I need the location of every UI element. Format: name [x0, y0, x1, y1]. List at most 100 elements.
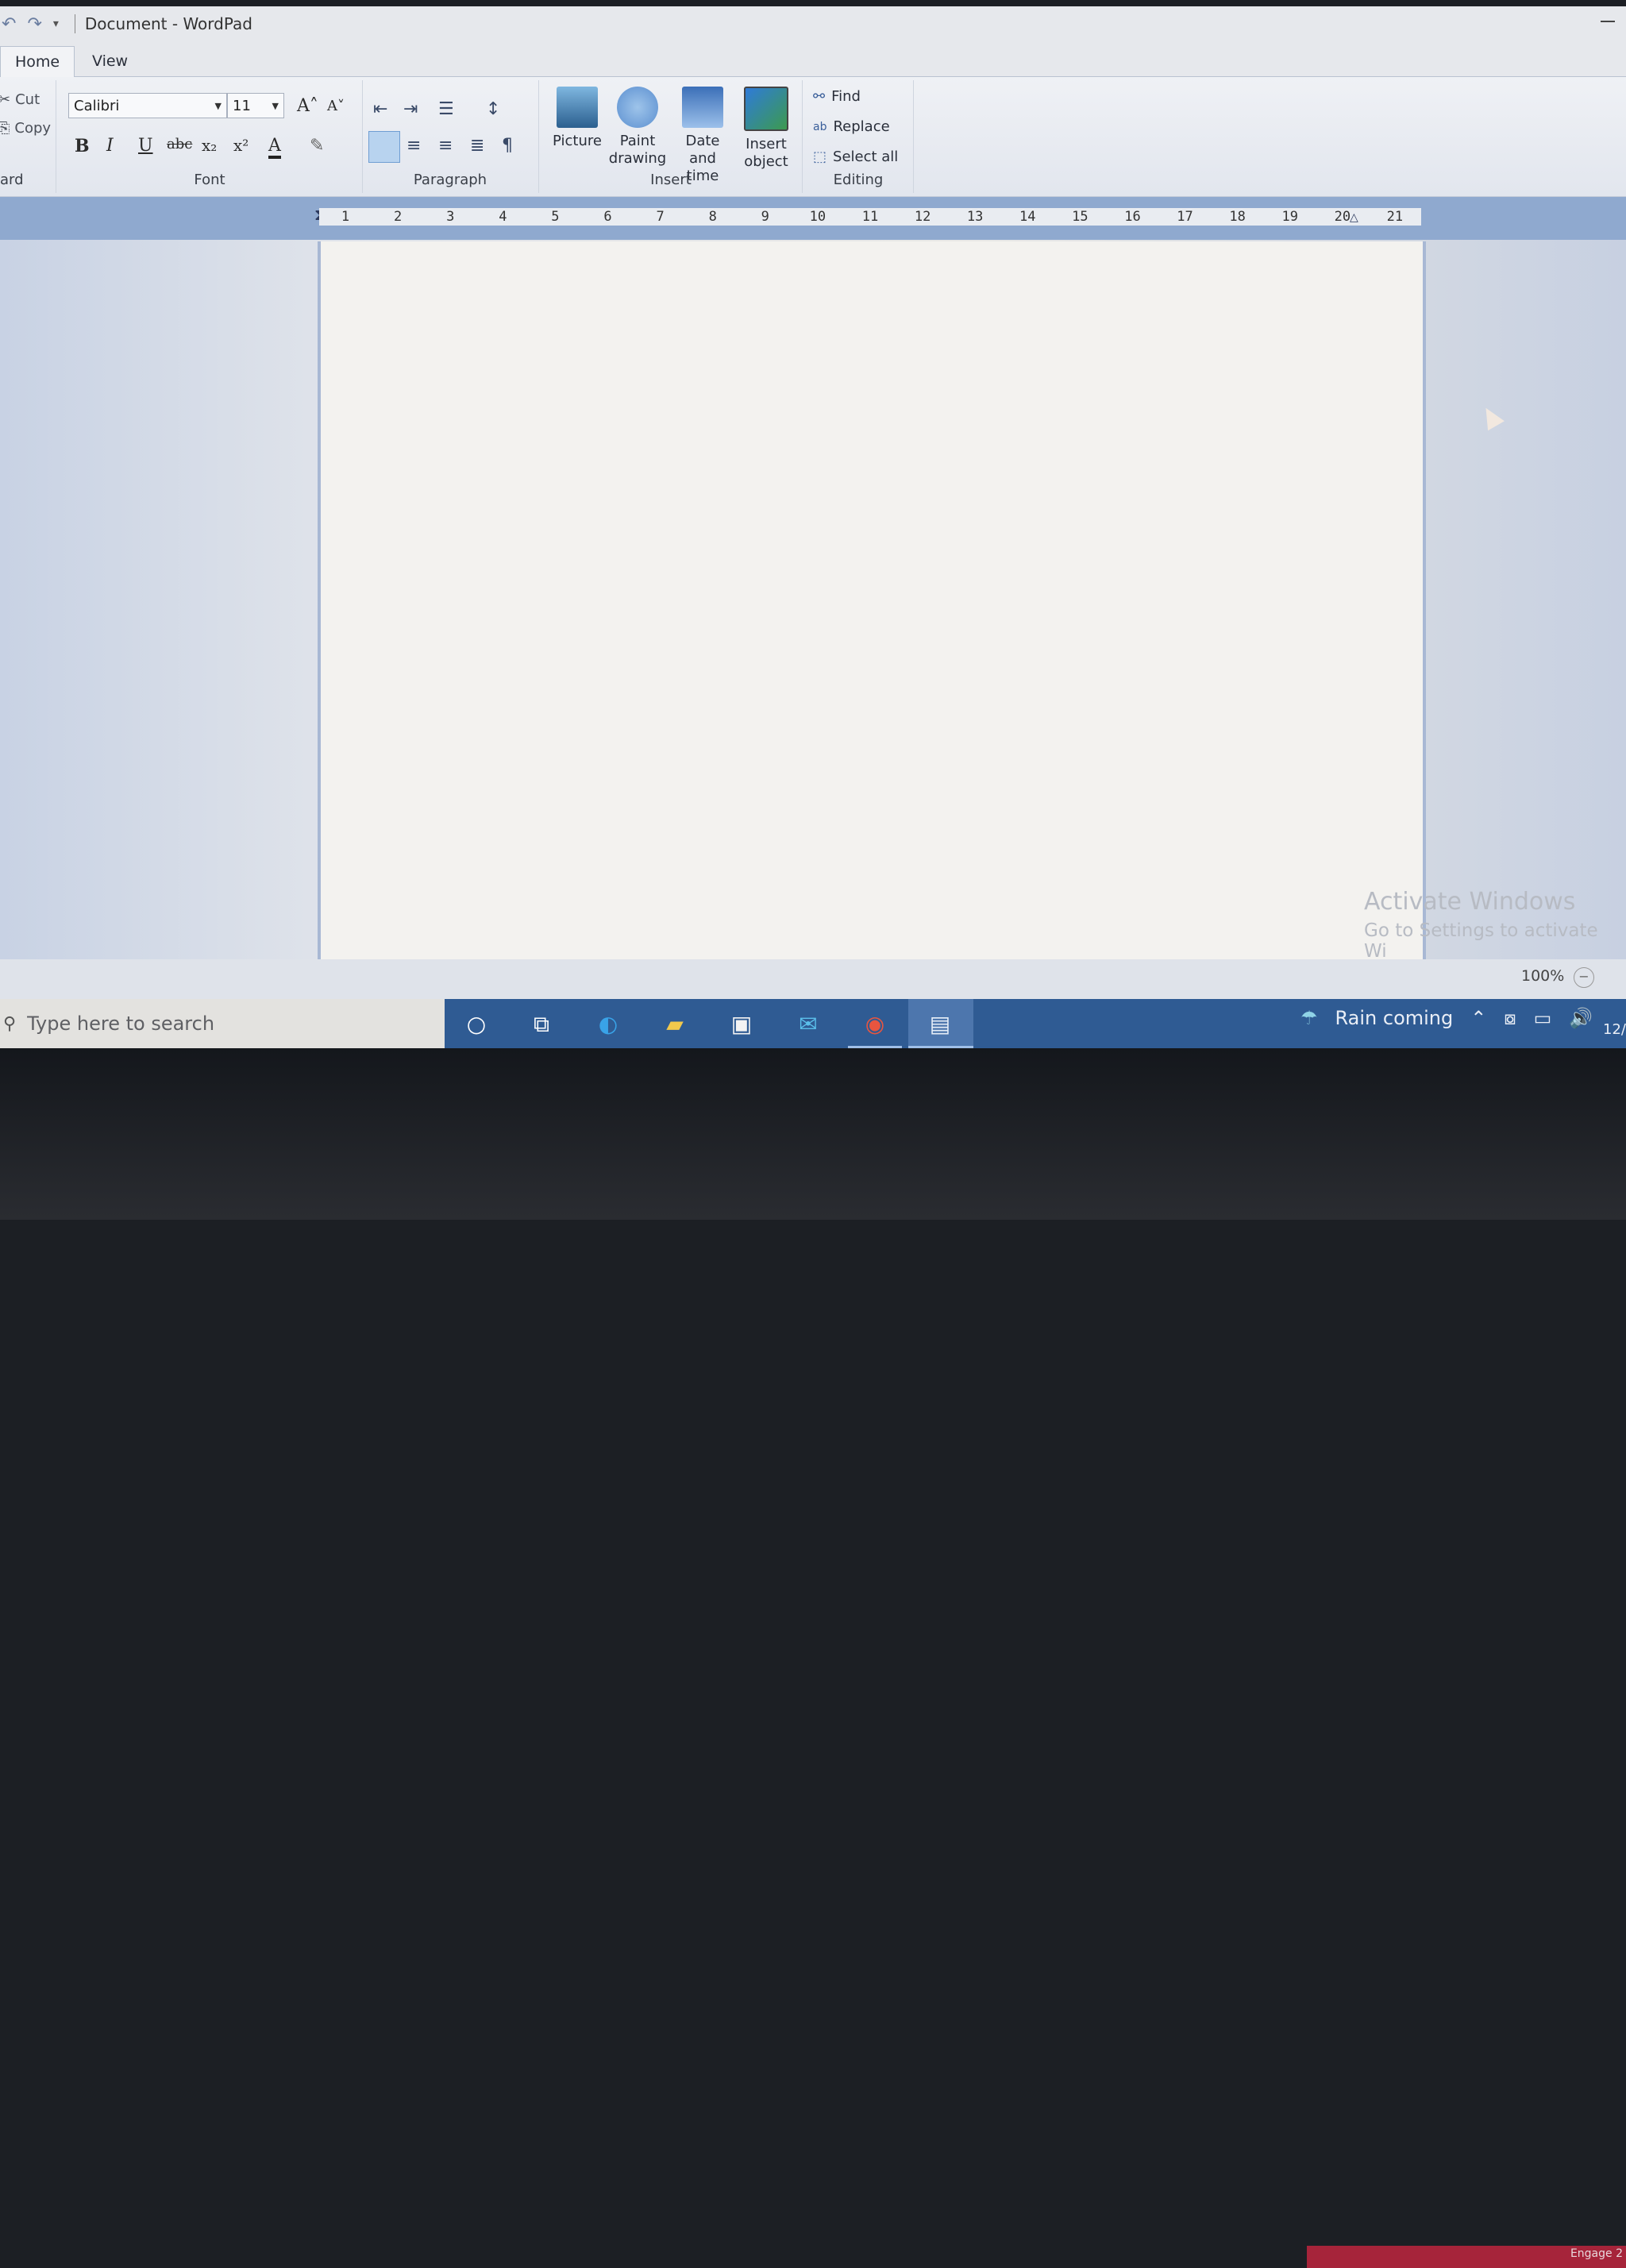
font-group-label: Font — [194, 172, 225, 188]
ruler-tick: 3 — [446, 209, 455, 225]
store-icon[interactable]: ▣ — [726, 1009, 757, 1040]
font-color-button[interactable]: A — [268, 136, 281, 159]
chevron-up-icon[interactable]: ⌃ — [1470, 1007, 1486, 1029]
zoom-level: 100% — [1521, 967, 1565, 985]
subscript-button[interactable]: x₂ — [202, 136, 217, 155]
chevron-down-icon: ▼ — [214, 101, 222, 111]
volume-icon[interactable]: 🔊 — [1569, 1007, 1593, 1029]
zoom-out-button[interactable]: − — [1574, 967, 1594, 988]
align-center-icon[interactable]: ≡ — [406, 136, 421, 156]
ruler-tick: 7 — [656, 209, 665, 225]
editing-group: ⚯ Find ab Replace ⬚ Select all Editing — [803, 80, 914, 193]
laptop-sticker: Engage 2 — [1307, 2246, 1626, 2268]
picture-icon — [557, 87, 598, 128]
bold-button[interactable]: B — [75, 136, 90, 156]
ruler-tick: 2 — [394, 209, 403, 225]
chrome-icon[interactable]: ◉ — [859, 1009, 891, 1040]
taskbar: ○ ⧉ ◐ ▰ ▣ ✉ ◉ ▤ ☂ Rain coming ⌃ ⧇ ▭ 🔊 12… — [445, 999, 1626, 1048]
ruler-tick: 8 — [708, 209, 717, 225]
highlight-pen-icon[interactable]: ✎ — [310, 136, 324, 156]
shrink-font-button[interactable]: A˅ — [327, 98, 345, 114]
insert-group-label: Insert — [650, 172, 692, 188]
ruler-tick: 16 — [1124, 209, 1141, 225]
find-button[interactable]: ⚯ Find — [813, 88, 861, 105]
insert-object-button[interactable]: Insert object — [735, 87, 797, 171]
ruler-tick: 17 — [1177, 209, 1193, 225]
cut-label: Cut — [15, 91, 40, 108]
ruler[interactable]: 1 2 3 4 5 6 7 8 9 10 11 12 13 14 15 16 1… — [319, 208, 1421, 226]
strikethrough-button[interactable]: abc — [167, 136, 192, 152]
tab-view[interactable]: View — [78, 46, 142, 76]
ruler-tick: 19 — [1281, 209, 1298, 225]
ruler-tick: 12 — [914, 209, 931, 225]
justify-icon[interactable]: ≣ — [470, 136, 484, 156]
grow-font-button[interactable]: A˄ — [297, 96, 318, 116]
palette-icon — [617, 87, 658, 128]
font-family-select[interactable]: Calibri ▼ — [68, 93, 227, 118]
wordpad-icon: ▤ — [929, 1011, 951, 1037]
tab-home[interactable]: Home — [0, 46, 75, 77]
watermark-subtitle: Go to Settings to activate Wi — [1364, 920, 1598, 962]
bullet-list-icon[interactable]: ☰ — [438, 99, 454, 119]
paragraph-group-label: Paragraph — [413, 172, 487, 188]
meet-now-icon[interactable]: ⧇ — [1504, 1007, 1516, 1029]
ruler-tick: 13 — [966, 209, 984, 225]
ribbon: ✂ Cut ⎘ Copy ard Calibri ▼ 11 ▼ A˄ A˅ B I U … — [0, 77, 1626, 197]
increase-indent-icon[interactable]: ⇥ — [403, 99, 418, 119]
title-bar: ↶ ↷ ▾ Document - WordPad — [0, 6, 1626, 41]
ruler-tick: 21 — [1386, 209, 1404, 225]
screen: ↶ ↷ ▾ Document - WordPad Home View ✂ Cut … — [0, 6, 1626, 1048]
edge-icon[interactable]: ◐ — [592, 1009, 624, 1040]
picture-button[interactable]: Picture — [546, 87, 608, 150]
decrease-indent-icon[interactable]: ⇤ — [373, 99, 387, 119]
date-time-button[interactable]: Date and time — [672, 87, 734, 185]
clock[interactable]: 12/ — [1603, 1021, 1626, 1038]
line-spacing-icon[interactable]: ↕ — [486, 99, 500, 119]
copy-icon: ⎘ — [0, 120, 10, 137]
taskbar-search[interactable]: ⚲ Type here to search — [0, 999, 445, 1048]
select-all-label: Select all — [833, 148, 899, 165]
paint-drawing-button[interactable]: Paint drawing — [607, 87, 669, 168]
file-explorer-icon[interactable]: ▰ — [659, 1009, 691, 1040]
ruler-tick: 15 — [1072, 209, 1088, 225]
ruler-tick: 18 — [1229, 209, 1246, 225]
paragraph-icon[interactable]: ¶ — [502, 136, 513, 156]
ruler-tick: 6 — [603, 209, 612, 225]
copy-label: Copy — [14, 120, 52, 137]
align-right-icon[interactable]: ≡ — [438, 136, 453, 156]
battery-icon[interactable]: ▭ — [1534, 1007, 1552, 1029]
cortana-icon[interactable]: ○ — [460, 1009, 492, 1040]
task-view-icon[interactable]: ⧉ — [526, 1009, 557, 1040]
undo-icon[interactable]: ↶ — [2, 14, 16, 34]
copy-button[interactable]: ⎘ Copy — [0, 120, 51, 137]
paint-drawing-label: Paint drawing — [608, 133, 667, 167]
font-group: Calibri ▼ 11 ▼ A˄ A˅ B I U abc x₂ x² A ✎ F… — [57, 80, 363, 193]
redo-icon[interactable]: ↷ — [27, 14, 41, 34]
ruler-tick: 9 — [761, 209, 769, 225]
font-size-value: 11 — [233, 98, 251, 114]
search-placeholder: Type here to search — [27, 1012, 215, 1035]
document-page[interactable] — [321, 241, 1423, 959]
ruler-tick: 14 — [1019, 209, 1036, 225]
font-size-select[interactable]: 11 ▼ — [227, 93, 284, 118]
insert-group: Picture Paint drawing Date and time Inse… — [540, 80, 803, 193]
weather-widget[interactable]: Rain coming — [1335, 1007, 1454, 1029]
replace-button[interactable]: ab Replace — [813, 118, 890, 135]
ruler-tick: 10 — [809, 209, 826, 225]
watermark-title: Activate Windows — [1364, 888, 1576, 916]
ruler-tick: 11 — [861, 209, 879, 225]
select-all-button[interactable]: ⬚ Select all — [813, 148, 898, 165]
align-left-button[interactable] — [368, 131, 400, 163]
mail-icon[interactable]: ✉ — [792, 1009, 824, 1040]
customize-qat-icon[interactable]: ▾ — [53, 17, 59, 30]
minimize-button[interactable] — [1601, 21, 1615, 22]
superscript-button[interactable]: x² — [233, 136, 249, 155]
paragraph-group: ⇤ ⇥ ☰ ↕ ≡ ≡ ≣ ¶ Paragraph — [362, 80, 539, 193]
right-indent-marker[interactable]: △ — [1350, 211, 1358, 224]
umbrella-icon: ☂ — [1300, 1007, 1318, 1029]
binoculars-icon: ⚯ — [813, 88, 826, 105]
cut-button[interactable]: ✂ Cut — [0, 91, 40, 108]
replace-icon: ab — [813, 120, 827, 133]
italic-button[interactable]: I — [106, 136, 114, 156]
underline-button[interactable]: U — [138, 136, 153, 156]
